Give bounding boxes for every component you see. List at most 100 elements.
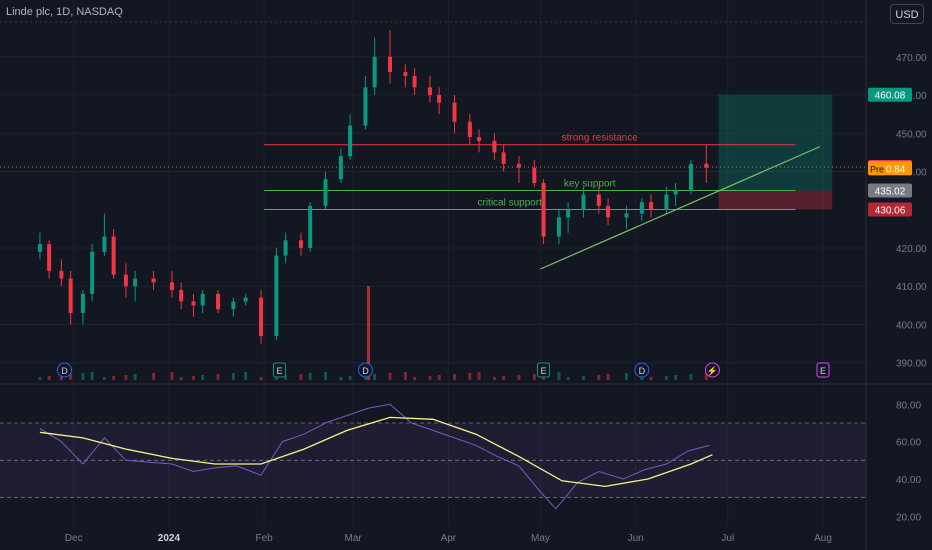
level-label: strong resistance	[562, 133, 639, 144]
candle	[467, 114, 472, 145]
candle-body	[541, 182, 546, 237]
candle-body	[259, 297, 264, 336]
candle	[581, 186, 586, 218]
candle	[437, 87, 442, 115]
level-label: critical support	[477, 198, 542, 209]
candle	[68, 270, 73, 325]
event-marker-label: D	[639, 366, 646, 376]
candle	[283, 232, 288, 264]
candle-body	[467, 121, 472, 138]
candle	[556, 209, 561, 245]
volume-bar	[191, 376, 195, 380]
candle-body	[581, 194, 586, 210]
candle	[452, 95, 457, 134]
candle	[501, 144, 506, 172]
candle	[348, 114, 353, 161]
candle	[151, 270, 156, 291]
x-tick-label: Mar	[345, 533, 363, 544]
candle	[639, 198, 644, 222]
rsi-tick-label: 80.00	[896, 400, 921, 411]
volume-bar	[81, 373, 85, 380]
volume-bar	[664, 376, 668, 380]
candle-body	[477, 137, 482, 141]
candle-body	[68, 278, 73, 313]
volume-bar	[133, 374, 137, 380]
x-tick-label: May	[531, 533, 550, 544]
x-tick-label: 2024	[158, 533, 181, 544]
volume-bar	[674, 375, 678, 380]
candle-body	[452, 102, 457, 122]
candle-body	[179, 290, 184, 302]
x-tick-label: Jul	[721, 533, 734, 544]
candle-body	[556, 217, 561, 237]
y-tick-label: 410.00	[896, 282, 927, 293]
chart-canvas[interactable]: strong resistance key support critical sup…	[0, 0, 932, 550]
price-label: 460.08	[875, 91, 906, 102]
candle	[37, 232, 42, 260]
event-marker-label: D	[61, 366, 68, 376]
candle-body	[516, 163, 521, 168]
volume-bar	[597, 375, 601, 380]
volume-bar	[532, 374, 536, 380]
candle	[243, 293, 248, 306]
x-tick-label: Jun	[628, 533, 644, 544]
candle-body	[596, 194, 601, 206]
candle	[80, 290, 85, 325]
candle	[123, 263, 128, 298]
candle-body	[427, 87, 432, 96]
candle-body	[37, 244, 42, 252]
volume-bar	[452, 374, 456, 380]
volume-bar	[47, 376, 51, 380]
candle	[372, 37, 377, 96]
candle-body	[566, 209, 571, 218]
volume-bar	[124, 375, 128, 380]
volume-bar	[299, 374, 303, 380]
candle-body	[200, 293, 205, 306]
candle-body	[80, 293, 85, 313]
volume-bar	[216, 374, 220, 380]
volume-bar	[112, 376, 116, 380]
volume-bar	[348, 376, 352, 380]
rsi-tick-label: 40.00	[896, 475, 921, 486]
candle-body	[492, 140, 497, 153]
candle-body	[169, 282, 174, 291]
volume-bar	[624, 373, 628, 380]
event-marker-label: D	[362, 366, 369, 376]
price-label: 435.02	[875, 187, 906, 198]
candle	[323, 171, 328, 210]
event-marker-label: E	[276, 366, 282, 376]
volume-bar	[38, 377, 42, 380]
candle	[363, 75, 368, 130]
volume-bar	[231, 373, 235, 380]
volume-bar	[502, 376, 506, 380]
candle-body	[673, 190, 678, 195]
price-label: 430.06	[875, 206, 906, 217]
candle	[274, 247, 279, 340]
y-tick-label: 470.00	[896, 53, 927, 64]
candle-body	[323, 179, 328, 206]
candle-body	[363, 87, 368, 126]
candle-body	[90, 251, 95, 294]
volume-bar	[413, 377, 417, 380]
x-tick-label: Feb	[255, 533, 273, 544]
candle-body	[606, 205, 611, 218]
volume-bar	[308, 373, 312, 380]
candle	[102, 213, 107, 256]
rsi-tick-label: 20.00	[896, 512, 921, 523]
candle-body	[704, 163, 709, 168]
candle-body	[243, 297, 248, 302]
volume-bar	[557, 372, 561, 380]
volume-bar	[606, 374, 610, 380]
level-label: key support	[564, 179, 616, 190]
candle	[532, 160, 537, 187]
y-tick-label: 400.00	[896, 320, 927, 331]
candle-body	[338, 156, 343, 180]
volume-bar	[339, 377, 343, 380]
volume-bar	[90, 372, 94, 380]
candle	[216, 290, 221, 313]
candle-body	[664, 194, 669, 210]
candle	[704, 144, 709, 183]
volume-bar	[170, 372, 174, 380]
candle	[688, 160, 693, 195]
event-marker-label: ⚡	[707, 365, 718, 377]
